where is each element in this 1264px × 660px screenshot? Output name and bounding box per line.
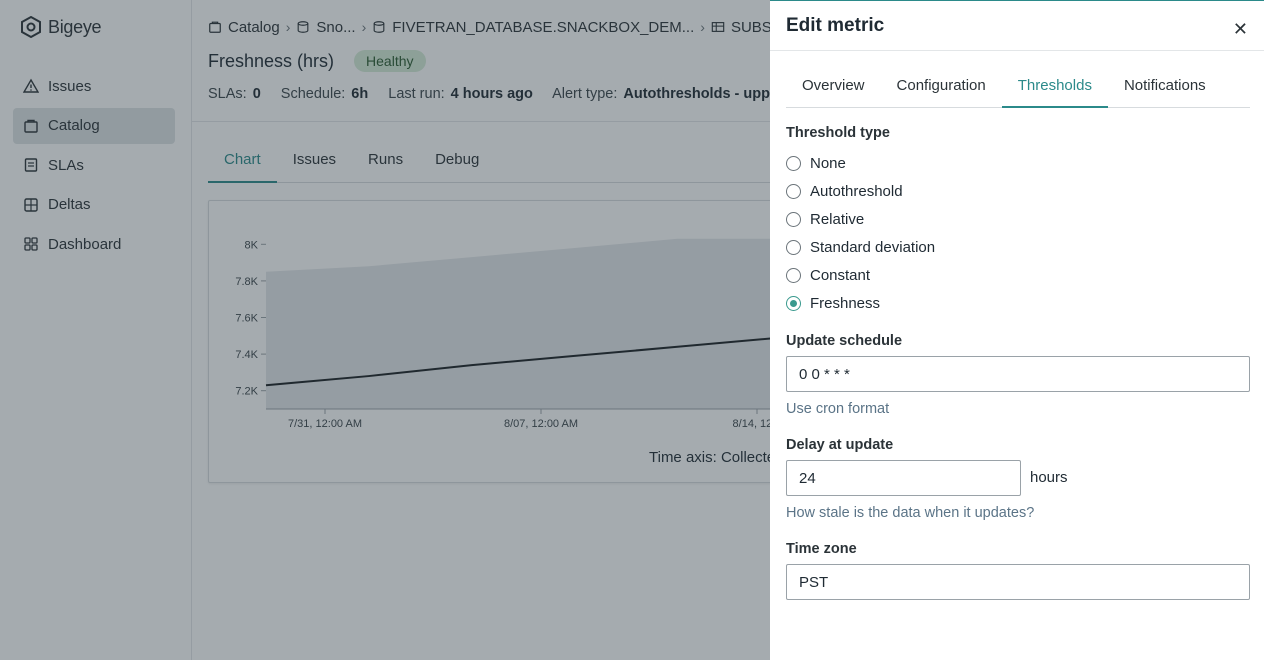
radio-label: Autothreshold [810,183,903,200]
panel-title: Edit metric [786,15,885,36]
radio-autothreshold[interactable]: Autothreshold [786,183,903,200]
radio-none[interactable]: None [786,155,846,172]
radio-freshness[interactable]: Freshness [786,295,880,312]
radio-constant[interactable]: Constant [786,267,870,284]
tab-configuration[interactable]: Configuration [881,67,1002,108]
update-schedule-input[interactable] [786,356,1250,392]
delay-units: hours [1030,469,1068,486]
delay-label: Delay at update [786,437,894,453]
delay-input[interactable] [786,460,1021,496]
edit-metric-panel: Edit metric ✕ Overview Configuration Thr… [770,0,1264,660]
radio-label: Standard deviation [810,239,936,256]
tab-overview[interactable]: Overview [786,67,881,108]
panel-tabs: Overview Configuration Thresholds Notifi… [786,67,1250,108]
tab-thresholds[interactable]: Thresholds [1001,67,1108,108]
radio-label: None [810,155,846,172]
radio-circle[interactable] [786,268,801,283]
delay-help: How stale is the data when it updates? [786,505,1035,521]
radio-circle[interactable] [786,156,801,171]
modal-backdrop[interactable] [0,0,770,660]
radio-circle[interactable] [786,184,801,199]
update-schedule-help: Use cron format [786,401,890,417]
timezone-input[interactable] [786,564,1250,600]
timezone-label: Time zone [786,541,857,557]
update-schedule-label: Update schedule [786,333,903,349]
tab-notifications[interactable]: Notifications [1108,67,1222,108]
panel-header: Edit metric ✕ [770,1,1264,51]
radio-label: Freshness [810,295,881,312]
threshold-type-label: Threshold type [786,125,890,141]
radio-circle[interactable] [786,240,801,255]
radio-circle[interactable] [786,212,801,227]
radio-standard-deviation[interactable]: Standard deviation [786,239,935,256]
radio-label: Relative [810,211,865,228]
radio-label: Constant [810,267,871,284]
radio-relative[interactable]: Relative [786,211,864,228]
close-icon[interactable]: ✕ [1233,20,1248,38]
radio-circle-selected[interactable] [786,296,801,311]
